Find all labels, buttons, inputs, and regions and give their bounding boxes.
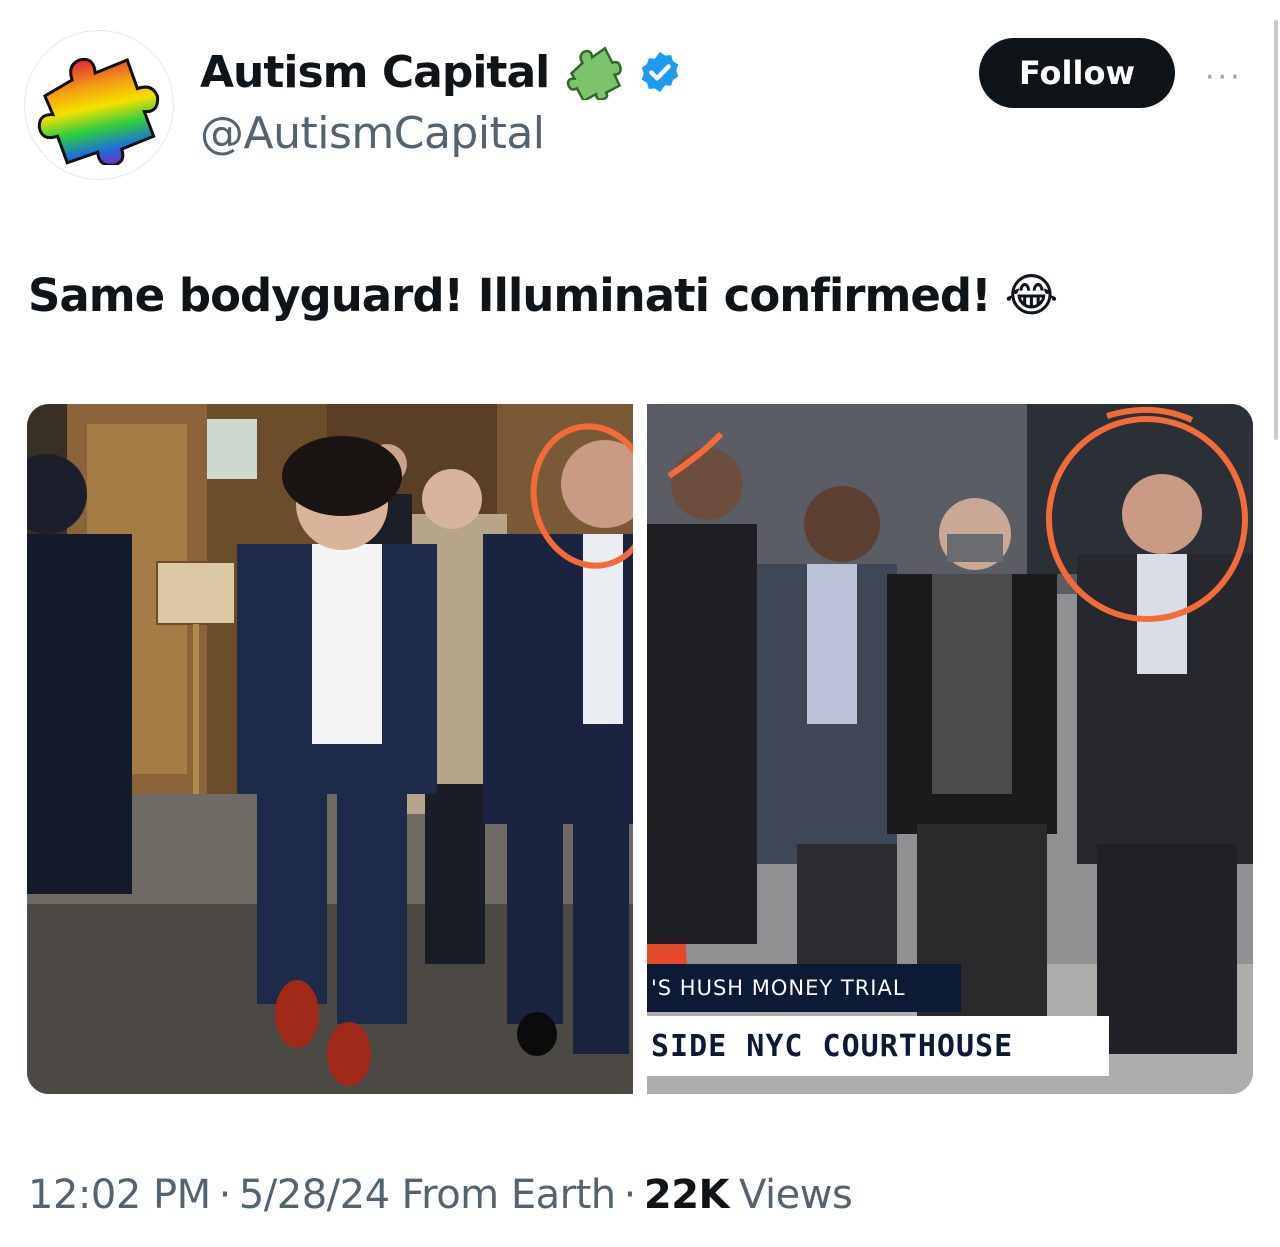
scrollbar-thumb[interactable] <box>1274 20 1278 440</box>
scrollbar[interactable] <box>1274 0 1278 1247</box>
author-handle[interactable]: @AutismCapital <box>200 108 545 159</box>
news-chyron-top: 'S HUSH MONEY TRIAL <box>647 964 961 1012</box>
tweet-media[interactable]: 'S HUSH MONEY TRIAL SIDE NYC COURTHOUSE <box>27 404 1253 1094</box>
tweet-meta: 12:02 PM · 5/28/24 From Earth · 22K View… <box>28 1172 853 1218</box>
tears-of-joy-emoji: 😂 <box>1004 268 1059 322</box>
views-label: Views <box>739 1172 853 1218</box>
tweet-time[interactable]: 12:02 PM <box>28 1172 211 1218</box>
tweet-body: Same bodyguard! Illuminati confirmed! <box>28 268 992 322</box>
views-count[interactable]: 22K <box>644 1172 730 1218</box>
meta-separator-2: · <box>623 1172 637 1218</box>
left-photo[interactable] <box>27 404 633 1094</box>
tweet-source: From Earth <box>401 1172 617 1218</box>
right-photo[interactable]: 'S HUSH MONEY TRIAL SIDE NYC COURTHOUSE <box>647 404 1253 1094</box>
courthouse-exit-illustration <box>27 404 633 1094</box>
author-name-row: Autism Capital <box>200 44 683 100</box>
tweet-date[interactable]: 5/28/24 <box>239 1172 390 1218</box>
photo-divider <box>633 404 647 1094</box>
follow-button[interactable]: Follow <box>979 38 1175 108</box>
meta-separator: · <box>218 1172 232 1218</box>
tweet-text: Same bodyguard! Illuminati confirmed! 😂 <box>28 268 1059 322</box>
avatar[interactable] <box>24 30 174 180</box>
puzzle-badge-icon <box>567 46 623 100</box>
rainbow-puzzle-icon <box>37 57 160 165</box>
news-chyron-bottom: SIDE NYC COURTHOUSE <box>647 1016 1109 1076</box>
display-name[interactable]: Autism Capital <box>200 47 550 98</box>
verified-badge-icon <box>642 51 679 93</box>
more-options-icon[interactable]: ··· <box>1205 60 1243 95</box>
